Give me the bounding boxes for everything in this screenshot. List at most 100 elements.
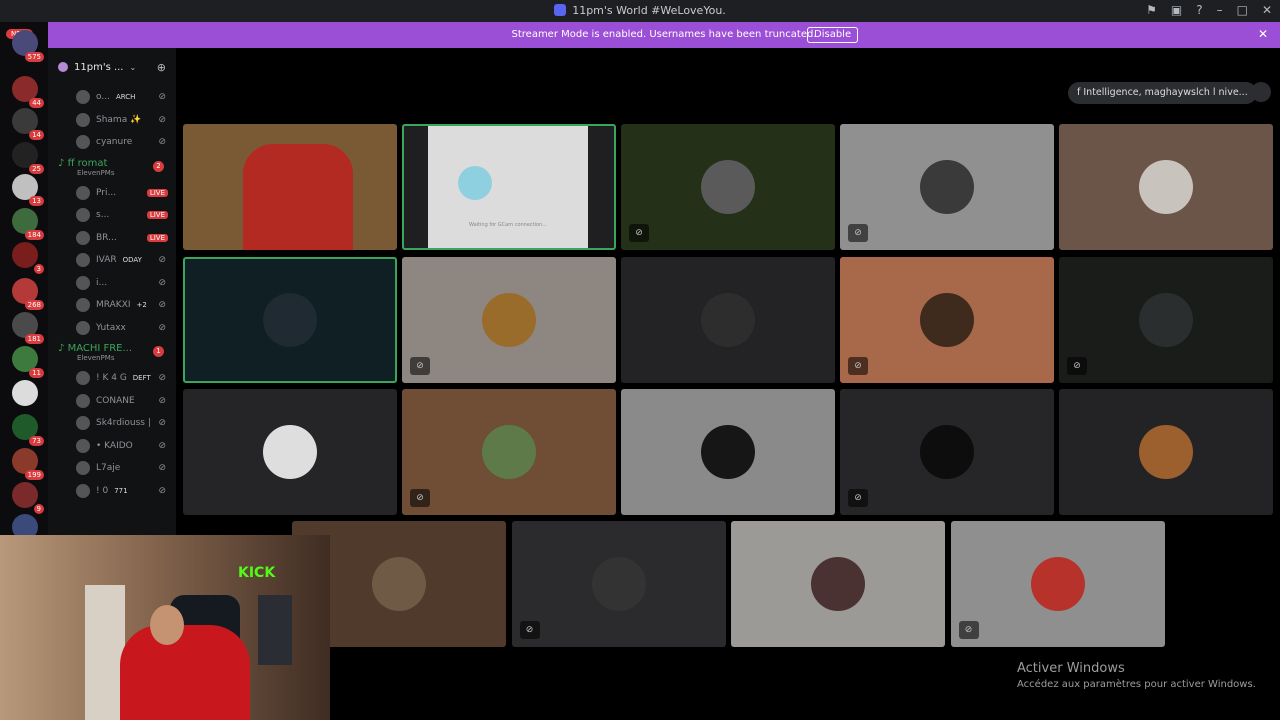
avatar <box>76 208 90 223</box>
minimize-icon[interactable]: – <box>1217 3 1223 17</box>
participant-tile[interactable] <box>183 256 397 383</box>
server-icon[interactable]: 3 <box>12 242 44 274</box>
voice-channel-status: ElevenPMs <box>77 168 115 177</box>
participant-tile[interactable] <box>621 389 835 515</box>
member-name: o... <box>96 92 110 103</box>
close-window-icon[interactable]: ✕ <box>1262 3 1272 17</box>
voice-member[interactable]: s... LIVE <box>48 204 176 227</box>
avatar <box>591 557 646 611</box>
avatar <box>76 483 90 498</box>
person-head <box>150 605 184 645</box>
server-icon[interactable]: 575 <box>12 30 44 62</box>
member-name: BR... <box>96 232 117 243</box>
maximize-icon[interactable]: □ <box>1237 3 1248 17</box>
mention-badge: 9 <box>33 504 44 514</box>
activity-chip[interactable]: f Intelligence, maghaywslch l nive... <box>1068 82 1257 104</box>
voice-member[interactable]: Sk4rdiouss | ⊘ <box>48 412 176 435</box>
member-name: Pri... <box>96 187 117 198</box>
channel-count-badge: 2 <box>153 160 164 172</box>
participant-tile[interactable]: ⊘ <box>840 124 1054 250</box>
disable-button[interactable]: Disable <box>807 27 859 43</box>
voice-member[interactable]: Shama ✨ ⊘ <box>48 109 176 132</box>
server-icon[interactable]: 73 <box>12 414 44 446</box>
participant-tile[interactable]: ⊘ <box>402 389 616 515</box>
participant-tile[interactable] <box>1059 124 1273 250</box>
participant-tile[interactable] <box>731 521 945 647</box>
server-icon[interactable]: 268 <box>12 278 44 310</box>
server-icon[interactable]: 25 <box>12 142 44 174</box>
muted-mic-icon: ⊘ <box>158 300 166 311</box>
avatar <box>76 275 90 290</box>
live-badge: LIVE <box>146 233 168 242</box>
participant-tile[interactable] <box>183 389 397 515</box>
server-icon[interactable]: 181 <box>12 312 44 344</box>
server-icon[interactable]: 44 <box>12 76 44 108</box>
title-bar: 11pm's World #WeLoveYou. ⚑ ▣ ? – □ ✕ <box>0 0 1280 22</box>
voice-member[interactable]: IVAR ODAY ⊘ <box>48 249 176 272</box>
voice-member[interactable]: CONANE ⊘ <box>48 390 176 413</box>
mention-badge: 184 <box>24 230 44 240</box>
member-name: • KAIDO <box>96 440 133 451</box>
muted-mic-icon: ⊘ <box>158 255 166 266</box>
server-icon[interactable]: 184 <box>12 208 44 240</box>
participant-tile[interactable]: ⊘ <box>621 124 835 250</box>
member-name: Sk4rdiouss | <box>96 418 151 429</box>
avatar <box>1139 292 1193 347</box>
voice-member[interactable]: MRAKXI +2 ⊘ <box>48 294 176 317</box>
voice-member[interactable]: Pri... LIVE <box>48 182 176 205</box>
help-icon[interactable]: ? <box>1196 3 1202 17</box>
avatar <box>811 557 865 611</box>
muted-mic-icon: ⊘ <box>519 621 540 639</box>
voice-member[interactable]: Yutaxx ⊘ <box>48 317 176 340</box>
member-name: ! 0 <box>96 485 109 496</box>
voice-member[interactable]: ! K 4 G DEFT ⊘ <box>48 367 176 390</box>
participant-tile[interactable] <box>1059 389 1273 515</box>
member-name: CONANE <box>96 395 135 406</box>
member-name: Yutaxx <box>96 322 126 333</box>
voice-member[interactable]: o... ARCH ⊘ <box>48 86 176 109</box>
voice-member[interactable]: cyanure ⊘ <box>48 131 176 154</box>
avatar <box>76 90 90 105</box>
server-icon[interactable] <box>12 380 38 406</box>
participant-tile[interactable]: ⊘ <box>950 521 1165 647</box>
speaker-icon: ♪ <box>58 157 68 169</box>
participant-tile[interactable] <box>621 256 835 383</box>
mention-badge: 25 <box>29 164 44 174</box>
add-member-icon[interactable]: ⊕ <box>157 61 166 74</box>
participant-tile[interactable]: ⊘ <box>840 389 1054 515</box>
server-icon[interactable]: 13 <box>12 174 44 206</box>
voice-member[interactable]: i... ⊘ <box>48 272 176 295</box>
server-header[interactable]: 11pm's ... ⌄ ⊕ <box>48 48 176 86</box>
participant-tile[interactable]: ⊘ <box>840 256 1054 383</box>
mention-badge: 199 <box>24 470 44 480</box>
voice-member[interactable]: L7aje ⊘ <box>48 457 176 480</box>
streamer-mode-banner: Streamer Mode is enabled. Usernames have… <box>48 22 1280 48</box>
member-name: L7aje <box>96 463 121 474</box>
inbox-icon[interactable]: ▣ <box>1171 3 1182 17</box>
voice-member[interactable]: BR... LIVE <box>48 227 176 250</box>
live-badge: LIVE <box>146 188 168 197</box>
chevron-down-icon: ⌄ <box>129 62 137 72</box>
voice-member[interactable]: • KAIDO ⊘ <box>48 435 176 458</box>
flag-icon[interactable]: ⚑ <box>1146 3 1157 17</box>
screen-share-preview: Waiting for GCam connection... <box>428 126 588 248</box>
webcam-overlay: KICK <box>0 535 330 720</box>
participant-tile[interactable]: Waiting for GCam connection... <box>402 124 616 250</box>
avatar <box>76 393 90 408</box>
avatar <box>1139 425 1193 479</box>
server-icon[interactable]: 9 <box>12 482 44 514</box>
close-banner-icon[interactable]: ✕ <box>1258 27 1268 41</box>
voice-member[interactable]: ! 0 771 ⊘ <box>48 480 176 503</box>
voice-channel[interactable]: ♪ MACHI FRE... ElevenPMs 1 <box>48 339 176 367</box>
server-icon[interactable]: 14 <box>12 108 44 140</box>
participant-tile[interactable]: ⊘ <box>511 521 726 647</box>
server-icon[interactable]: 11 <box>12 346 44 378</box>
activity-menu-icon[interactable] <box>1251 82 1271 102</box>
participant-tile[interactable]: ⊘ <box>1059 256 1273 383</box>
participant-tile[interactable] <box>183 124 397 250</box>
channel-count-badge: 1 <box>153 346 164 357</box>
voice-channel[interactable]: ♪ ff romat ElevenPMs 2 <box>48 154 176 182</box>
server-icon[interactable]: 199 <box>12 448 44 480</box>
muted-mic-icon: ⊘ <box>848 489 868 507</box>
participant-tile[interactable]: ⊘ <box>402 256 616 383</box>
